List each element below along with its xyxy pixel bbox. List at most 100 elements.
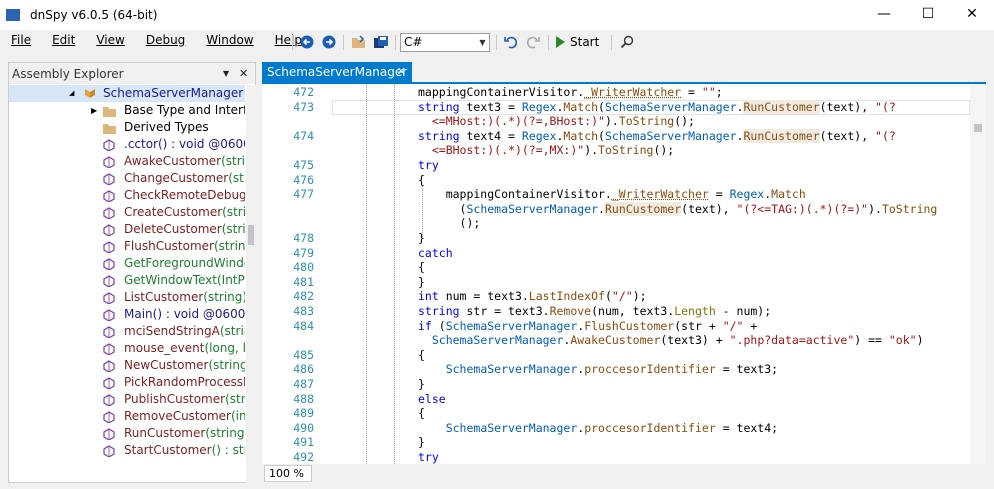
method-signature: (string, [208, 358, 245, 372]
tree-node-schemaservermanager[interactable]: ◢ SchemaServerManager @ [9, 85, 245, 102]
line-number: 474 [293, 128, 314, 143]
menu-help[interactable]: Help [264, 30, 302, 52]
tree-node-method[interactable]: GetForegroundWindo [9, 255, 245, 272]
chevron-down-icon[interactable]: ▼ [223, 69, 229, 78]
close-button[interactable]: ✕ [950, 0, 994, 30]
tree-node-method[interactable]: ChangeCustomer(strin [9, 170, 245, 187]
editor-scrollbar[interactable] [970, 84, 986, 464]
line-number: 487 [293, 377, 314, 391]
method-name: RemoveCustomer [124, 409, 231, 423]
method-icon [103, 258, 115, 271]
tree-node-method[interactable]: mouse_event(long, lon [9, 340, 245, 357]
tab-label: SchemaServerManager [267, 65, 408, 79]
tree-node-method[interactable]: FlushCustomer(string) [9, 238, 245, 255]
scrollbar-thumb[interactable] [974, 124, 982, 132]
menu-edit[interactable]: Edit [41, 30, 75, 52]
method-name: CheckRemoteDebugg [124, 188, 245, 202]
method-signature: () : void @06000E [152, 307, 245, 321]
menu-file[interactable]: File [0, 30, 31, 52]
maximize-button[interactable]: ☐ [906, 0, 950, 30]
tree-node-derived-types[interactable]: Derived Types [9, 119, 245, 136]
tree-node-method[interactable]: GetWindowText(IntPtr [9, 272, 245, 289]
toolbar-separator [611, 35, 612, 50]
line-number: 479 [293, 245, 314, 260]
method-signature: (IntPtr [216, 273, 245, 287]
code-text: <=MHost:)(.*)(?=,BHost:)").ToString(); [431, 114, 695, 129]
explorer-scrollbar[interactable] [246, 85, 256, 483]
tree-node-method[interactable]: RunCustomer(string) : [9, 425, 245, 442]
menu-debug[interactable]: Debug [135, 30, 185, 52]
code-text: } [418, 274, 425, 289]
expand-arrow-icon[interactable]: ◢ [69, 89, 77, 97]
save-all-icon[interactable] [372, 33, 390, 51]
tree-node-method[interactable]: CheckRemoteDebugg [9, 187, 245, 204]
dnspy-logo-icon [6, 9, 20, 21]
tree-node-method[interactable]: NewCustomer(string, [9, 357, 245, 374]
code-text: mappingContainerVisitor._WriterWatcher =… [418, 187, 806, 202]
line-number: 478 [293, 231, 314, 245]
close-tab-icon[interactable]: ✕ [397, 62, 406, 82]
forward-icon[interactable] [320, 33, 338, 51]
method-signature: (string) : [205, 426, 245, 440]
code-text: { [418, 172, 425, 187]
back-icon[interactable] [298, 33, 316, 51]
expand-arrow-icon[interactable]: ▶ [91, 105, 97, 117]
tree-node-method[interactable]: DeleteCustomer(string [9, 221, 245, 238]
menu-view[interactable]: View [85, 30, 124, 52]
method-name: ListCustomer [124, 290, 204, 304]
language-select[interactable]: C# ▼ [400, 33, 490, 52]
toolbar-separator [343, 35, 344, 50]
redo-icon[interactable] [524, 33, 542, 51]
method-signature: (long, lon [204, 341, 245, 355]
minimize-button[interactable]: — [862, 0, 906, 30]
zoom-level-select[interactable]: 100 % [264, 465, 312, 482]
tree-node-method[interactable]: CreateCustomer(string [9, 204, 245, 221]
close-panel-icon[interactable]: ✕ [239, 67, 248, 80]
line-number: 480 [293, 260, 314, 275]
method-name: RunCustomer [124, 426, 206, 440]
tree-node-method[interactable]: mciSendStringA(string [9, 323, 245, 340]
method-icon [103, 224, 115, 237]
indent-guide [366, 84, 367, 464]
tree-node-method[interactable]: RemoveCustomer(int, [9, 408, 245, 425]
tree-node-method[interactable]: PublishCustomer(strin [9, 391, 245, 408]
assembly-explorer-panel: Assembly Explorer ▼ ✕ ◢ SchemaServerMana… [8, 62, 256, 483]
assembly-tree[interactable]: ◢ SchemaServerManager @ ▶ Base Type and … [9, 85, 245, 483]
method-name: PublishCustomer [124, 392, 226, 406]
code-text: { [418, 260, 425, 275]
line-number: 488 [293, 391, 314, 406]
tree-node-method[interactable]: Main() : void @06000E [9, 306, 245, 323]
method-name: ChangeCustomer [124, 171, 229, 185]
menu-window[interactable]: Window [195, 30, 253, 52]
code-text: { [418, 406, 425, 421]
method-icon [103, 309, 115, 322]
tree-node-method[interactable]: PickRandomProcessN [9, 374, 245, 391]
assembly-explorer-header: Assembly Explorer ▼ ✕ [9, 63, 255, 84]
code-text: SchemaServerManager.proccesorIdentifier … [445, 362, 779, 377]
assembly-explorer-title: Assembly Explorer [12, 66, 124, 81]
undo-icon[interactable] [502, 33, 520, 51]
line-number: 489 [293, 406, 314, 421]
start-debugging-button[interactable]: Start [556, 33, 599, 51]
tree-node-base-types[interactable]: ▶ Base Type and Interfaces [9, 102, 245, 119]
toolbar-separator [395, 35, 396, 50]
method-name: mciSendStringA [124, 324, 220, 338]
code-text: { [418, 347, 425, 362]
tree-node-method[interactable]: AwakeCustomer(string [9, 153, 245, 170]
tree-node-method[interactable]: .cctor() : void @06000E [9, 136, 245, 153]
tree-node-method[interactable]: StartCustomer() : strin [9, 442, 245, 459]
code-text: } [418, 231, 425, 245]
tab-schemaservermanager[interactable]: SchemaServerManager ✕ [262, 62, 412, 82]
code-text: else [418, 391, 446, 406]
scrollbar-thumb[interactable] [248, 225, 254, 245]
search-icon[interactable] [618, 33, 636, 51]
method-icon [103, 360, 115, 373]
code-text: string str = text3.Remove(num, text3.Len… [418, 304, 772, 318]
method-signature: (string [221, 154, 245, 168]
method-icon [103, 207, 115, 220]
tree-node-method[interactable]: ListCustomer(string) : [9, 289, 245, 306]
window-title: dnSpy v6.0.5 (64-bit) [30, 8, 158, 22]
open-icon[interactable] [350, 33, 368, 51]
code-editor[interactable]: 472 mappingContainerVisitor._WriterWatche… [262, 84, 986, 464]
code-text: SchemaServerManager.proccesorIdentifier … [445, 420, 779, 435]
